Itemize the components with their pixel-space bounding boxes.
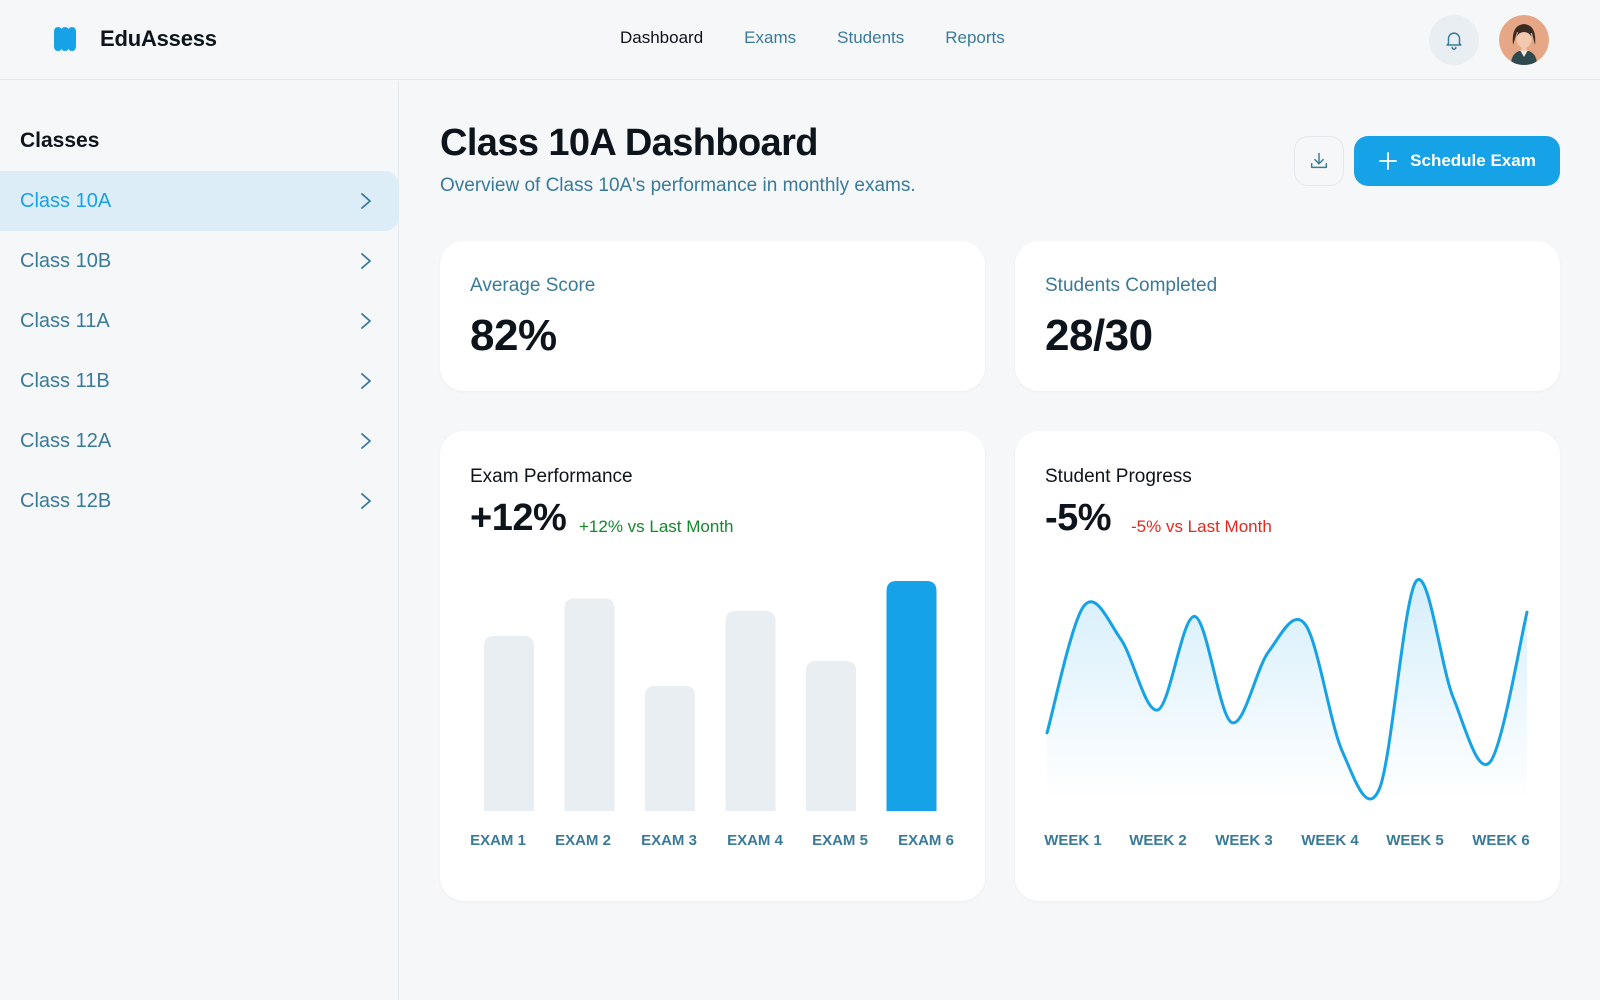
nav-exams[interactable]: Exams [744, 28, 796, 48]
exam-performance-card: Exam Performance +12% +12% vs Last Month… [440, 431, 985, 901]
x-tick-label: WEEK 2 [1129, 832, 1187, 849]
bar-6[interactable] [886, 581, 937, 811]
sidebar-item-class-11a[interactable]: Class 11A [0, 291, 399, 351]
download-button[interactable] [1294, 136, 1344, 186]
notifications-button[interactable] [1429, 15, 1479, 65]
user-avatar[interactable] [1499, 15, 1549, 65]
x-tick-label: WEEK 3 [1215, 832, 1273, 849]
average-score-card: Average Score 82% [440, 241, 985, 391]
sidebar-item-label: Class 11A [20, 309, 110, 332]
bell-icon [1446, 32, 1462, 50]
stat-label: Students Completed [1045, 275, 1218, 296]
student-progress-card: Student Progress -5% -5% vs Last Month W… [1015, 431, 1560, 901]
sidebar-item-label: Class 10A [20, 189, 112, 212]
sidebar-item-label: Class 12A [20, 429, 112, 452]
x-tick-label: WEEK 4 [1301, 832, 1359, 849]
chevron-right-icon [361, 313, 371, 329]
page-subtitle: Overview of Class 10A's performance in m… [440, 175, 916, 196]
nav-dashboard[interactable]: Dashboard [620, 28, 703, 48]
stat-value: 82% [470, 311, 557, 360]
x-tick-label: WEEK 6 [1472, 832, 1530, 849]
sidebar-item-class-11b[interactable]: Class 11B [0, 351, 399, 411]
bar-1[interactable] [484, 636, 534, 811]
sidebar-item-class-12b[interactable]: Class 12B [0, 471, 399, 531]
bar-2[interactable] [564, 598, 615, 812]
download-icon [1310, 152, 1328, 169]
x-tick-label: EXAM 4 [727, 832, 783, 849]
x-tick-label: EXAM 1 [470, 832, 526, 849]
sidebar-item-class-10b[interactable]: Class 10B [0, 231, 399, 291]
sidebar-item-label: Class 10B [20, 249, 112, 272]
brand-name: EduAssess [100, 26, 217, 51]
top-navbar: EduAssess Dashboard Exams Students Repor… [0, 0, 1600, 80]
main-nav: Dashboard Exams Students Reports [620, 28, 1005, 48]
sidebar-item-class-12a[interactable]: Class 12A [0, 411, 399, 471]
x-tick-label: EXAM 6 [898, 832, 954, 849]
sidebar-item-label: Class 12B [20, 489, 112, 512]
chevron-right-icon [361, 193, 371, 209]
schedule-exam-button[interactable]: Schedule Exam [1354, 136, 1560, 186]
nav-students[interactable]: Students [837, 28, 904, 48]
brand[interactable]: EduAssess [52, 26, 217, 52]
class-list: Class 10A Class 10B Class 11A Class 11B … [0, 171, 399, 531]
sidebar: Classes Class 10A Class 10B Class 11A Cl… [0, 81, 399, 1000]
brand-logo-icon [54, 27, 76, 51]
page-title: Class 10A Dashboard [440, 122, 819, 164]
chevron-right-icon [361, 373, 371, 389]
progress-area [1047, 579, 1527, 801]
chevron-right-icon [361, 253, 371, 269]
x-tick-label: EXAM 2 [555, 832, 611, 849]
students-completed-card: Students Completed 28/30 [1015, 241, 1560, 391]
chevron-right-icon [361, 433, 371, 449]
schedule-exam-label: Schedule Exam [1410, 151, 1536, 170]
sidebar-item-class-10a[interactable]: Class 10A [0, 171, 399, 231]
sidebar-item-label: Class 11B [20, 369, 110, 392]
x-tick-label: WEEK 1 [1044, 832, 1102, 849]
x-tick-label: WEEK 5 [1386, 832, 1444, 849]
sidebar-title: Classes [20, 129, 100, 152]
avatar-icon [1499, 15, 1549, 65]
bar-3[interactable] [645, 686, 695, 811]
stat-value: 28/30 [1045, 311, 1153, 360]
bar-5[interactable] [806, 661, 856, 811]
x-tick-label: EXAM 3 [641, 832, 697, 849]
bar-4[interactable] [725, 611, 776, 811]
plus-icon [1379, 152, 1398, 170]
x-tick-label: EXAM 5 [812, 832, 868, 849]
nav-reports[interactable]: Reports [945, 28, 1005, 48]
chevron-right-icon [361, 493, 371, 509]
stat-label: Average Score [470, 275, 596, 296]
